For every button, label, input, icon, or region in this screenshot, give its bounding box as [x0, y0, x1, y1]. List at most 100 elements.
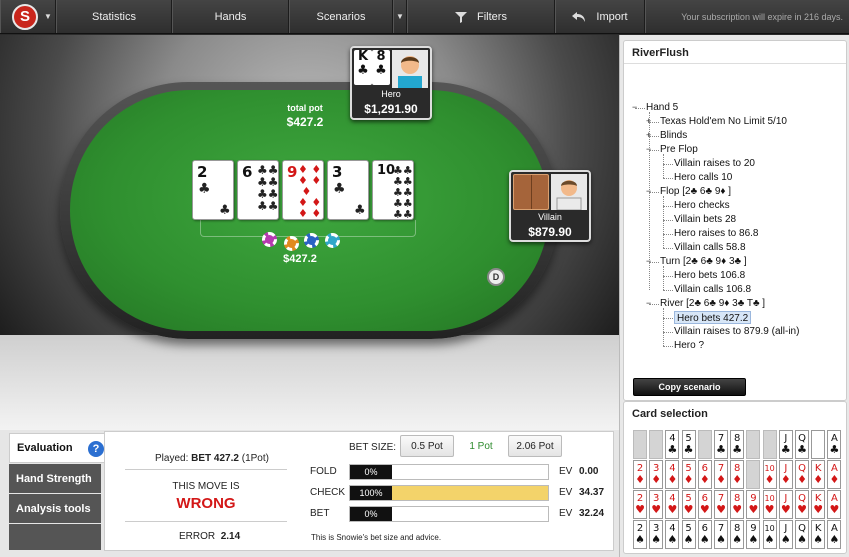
card-select-K-diamonds[interactable]: K ♦ — [811, 460, 826, 489]
played-line: Played: BET 427.2 (1Pot) — [155, 453, 269, 464]
card-select-9-diamonds[interactable] — [746, 460, 761, 489]
card-select-7-spades[interactable]: 7 ♠ — [714, 520, 728, 549]
board-card: 10 ♣♣ ♣♣ ♣♣ ♣♣ ♣♣ — [372, 160, 414, 220]
card-select-J-diamonds[interactable]: J ♦ — [778, 460, 793, 489]
card-select-Q-spades[interactable]: Q ♠ — [795, 520, 809, 549]
card-select-A-clubs[interactable]: A ♣ — [827, 430, 842, 459]
card-select-3-hearts[interactable]: 3 ♥ — [649, 490, 664, 519]
card-select-A-diamonds[interactable]: A ♦ — [827, 460, 842, 489]
bet-size-half-pot[interactable]: 0.5 Pot — [400, 435, 454, 457]
tree-action[interactable]: Hero calls 10 — [674, 171, 732, 184]
collapse-icon[interactable]: − — [632, 103, 637, 112]
card-select-4-clubs[interactable]: 4 ♣ — [665, 430, 680, 459]
tree-action[interactable]: Hero checks — [674, 199, 730, 212]
card-select-4-hearts[interactable]: 4 ♥ — [665, 490, 680, 519]
card-select-3-diamonds[interactable]: 3 ♦ — [649, 460, 664, 489]
tree-action[interactable]: Hero raises to 86.8 — [674, 227, 759, 240]
card-select-4-diamonds[interactable]: 4 ♦ — [665, 460, 680, 489]
card-select-A-spades[interactable]: A ♠ — [827, 520, 842, 549]
tree-branch[interactable]: Blinds — [660, 129, 687, 142]
tree-branch[interactable]: Pre Flop — [660, 143, 698, 156]
card-select-6-clubs[interactable] — [697, 430, 712, 459]
card-select-8-diamonds[interactable]: 8 ♦ — [730, 460, 745, 489]
suit-icon: ♦ — [716, 473, 726, 486]
card-select-5-diamonds[interactable]: 5 ♦ — [681, 460, 696, 489]
bet-size-2-06-pot[interactable]: 2.06 Pot — [508, 435, 562, 457]
villain-seat[interactable]: Villain $879.90 — [509, 170, 591, 242]
collapse-icon[interactable]: − — [646, 299, 651, 308]
tab-evaluation[interactable]: Evaluation ? — [9, 433, 105, 463]
card-select-6-diamonds[interactable]: 6 ♦ — [697, 460, 712, 489]
card-select-10-clubs[interactable] — [762, 430, 777, 459]
tab-statistics[interactable]: Statistics — [56, 0, 172, 33]
tree-action[interactable]: Villain calls 58.8 — [674, 241, 746, 254]
tab-hands[interactable]: Hands — [172, 0, 289, 33]
card-select-9-clubs[interactable] — [746, 430, 761, 459]
tree-action[interactable]: Hero ? — [674, 339, 704, 352]
card-select-J-hearts[interactable]: J ♥ — [778, 490, 793, 519]
tree-action[interactable]: Hero bets 106.8 — [674, 269, 745, 282]
card-select-4-spades[interactable]: 4 ♠ — [665, 520, 680, 549]
card-select-2-hearts[interactable]: 2 ♥ — [633, 490, 647, 519]
villain-hidden-cards — [513, 174, 549, 210]
tree-branch[interactable]: Flop [2♣ 6♣ 9♦ ] — [660, 185, 731, 198]
card-select-3-spades[interactable]: 3 ♠ — [649, 520, 664, 549]
card-select-2-spades[interactable]: 2 ♠ — [633, 520, 647, 549]
card-select-6-spades[interactable]: 6 ♠ — [697, 520, 712, 549]
card-select-2-diamonds[interactable]: 2 ♦ — [633, 460, 647, 489]
card-select-5-hearts[interactable]: 5 ♥ — [681, 490, 696, 519]
tree-connector — [663, 196, 664, 248]
card-select-8-hearts[interactable]: 8 ♥ — [730, 490, 745, 519]
card-select-J-clubs[interactable]: J ♣ — [778, 430, 793, 459]
card-select-9-spades[interactable]: 9 ♠ — [746, 520, 761, 549]
tab-label: Evaluation — [17, 442, 73, 454]
tab-analysis-tools[interactable]: Analysis tools — [9, 494, 101, 523]
card-select-7-clubs[interactable]: 7 ♣ — [714, 430, 728, 459]
app-menu-button[interactable]: S ▼ — [0, 0, 56, 33]
card-select-6-hearts[interactable]: 6 ♥ — [697, 490, 712, 519]
tree-action[interactable]: Hero bets 427.2 — [674, 311, 752, 324]
scenarios-dropdown-button[interactable]: ▼ — [393, 0, 407, 33]
suit-icon: ♣ — [716, 443, 726, 456]
tree-branch[interactable]: Texas Hold'em No Limit 5/10 — [660, 115, 787, 128]
card-select-2-clubs[interactable] — [633, 430, 647, 459]
card-selection-panel: Card selection 4 ♣ 5 ♣ 7 ♣ 8 ♣ J ♣ Q ♣ A ♣ 2 ♦ 3 ♦ 4 ♦ 5 ♦ 6 ♦ 7… — [623, 401, 847, 554]
suit-icon: ♥ — [732, 503, 743, 516]
card-select-K-spades[interactable]: K ♠ — [811, 520, 826, 549]
tree-action[interactable]: Villain bets 28 — [674, 213, 736, 226]
card-select-Q-clubs[interactable]: Q ♣ — [795, 430, 809, 459]
card-select-7-diamonds[interactable]: 7 ♦ — [714, 460, 728, 489]
bet-size-one-pot[interactable]: 1 Pot — [455, 435, 507, 457]
card-select-K-hearts[interactable]: K ♥ — [811, 490, 826, 519]
tree-action[interactable]: Villain calls 106.8 — [674, 283, 751, 296]
card-select-10-spades[interactable]: 10 ♠ — [762, 520, 777, 549]
tab-hand-strength[interactable]: Hand Strength — [9, 464, 101, 493]
card-select-J-spades[interactable]: J ♠ — [778, 520, 793, 549]
tree-action[interactable]: Villain raises to 20 — [674, 157, 755, 170]
tree-branch[interactable]: Hand 5 — [646, 101, 678, 114]
card-select-7-hearts[interactable]: 7 ♥ — [714, 490, 728, 519]
tree-branch[interactable]: Turn [2♣ 6♣ 9♦ 3♣ ] — [660, 255, 747, 268]
help-icon[interactable]: ? — [88, 441, 104, 457]
card-select-A-hearts[interactable]: A ♥ — [827, 490, 842, 519]
card-select-9-hearts[interactable]: 9 ♥ — [746, 490, 761, 519]
copy-scenario-button[interactable]: Copy scenario — [633, 378, 746, 396]
card-select-Q-hearts[interactable]: Q ♥ — [795, 490, 809, 519]
tree-action[interactable]: Villain raises to 879.9 (all-in) — [674, 325, 799, 338]
filters-button[interactable]: Filters — [407, 0, 555, 33]
card-select-3-clubs[interactable] — [649, 430, 664, 459]
tab-scenarios[interactable]: Scenarios — [289, 0, 393, 33]
card-select-10-diamonds[interactable]: 10 ♦ — [762, 460, 777, 489]
evaluation-panel: Played: BET 427.2 (1Pot) THIS MOVE IS WR… — [104, 431, 614, 551]
card-select-5-clubs[interactable]: 5 ♣ — [681, 430, 696, 459]
tree-branch[interactable]: River [2♣ 6♣ 9♦ 3♣ T♣ ] — [660, 297, 765, 310]
diamond-pip-icons: ♦ ♦ ♦ ♦ ♦ ♦ ♦ ♦ ♦ — [298, 163, 322, 220]
hero-seat[interactable]: K ♣ 8 ♣ Hero $1,291.90 — [350, 46, 432, 120]
card-select-10-hearts[interactable]: 10 ♥ — [762, 490, 777, 519]
import-button[interactable]: Import — [555, 0, 645, 33]
card-select-8-spades[interactable]: 8 ♠ — [730, 520, 745, 549]
card-select-8-clubs[interactable]: 8 ♣ — [730, 430, 745, 459]
card-select-K-clubs[interactable] — [811, 430, 826, 459]
card-select-5-spades[interactable]: 5 ♠ — [681, 520, 696, 549]
card-select-Q-diamonds[interactable]: Q ♦ — [795, 460, 809, 489]
